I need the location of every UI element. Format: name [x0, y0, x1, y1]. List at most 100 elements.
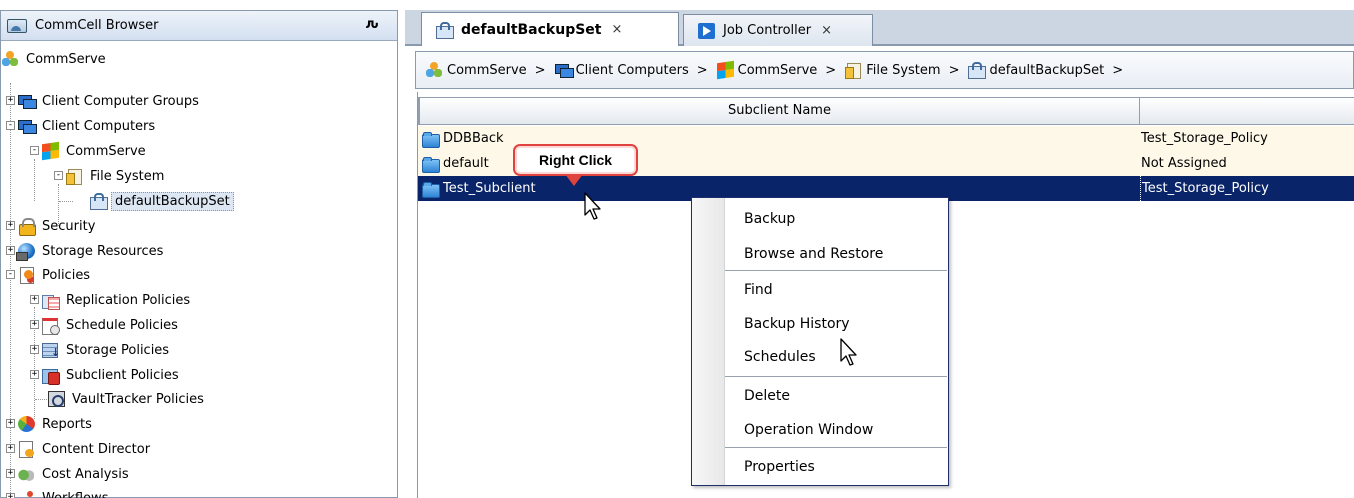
tree-item-label: Content Director [42, 441, 151, 457]
expand-icon[interactable]: + [6, 444, 15, 453]
breadcrumb-separator: > [534, 62, 546, 78]
tree-item-label: Schedule Policies [66, 317, 178, 333]
replication-icon [42, 292, 60, 310]
menu-item-delete[interactable]: Delete [744, 384, 790, 408]
menu-item-properties[interactable]: Properties [744, 455, 815, 479]
tree-item-storage-resources[interactable]: Storage Resources [16, 239, 166, 263]
tree-item-label: File System [90, 168, 165, 184]
tree-item-replication-policies[interactable]: Replication Policies [42, 288, 193, 312]
storage-policy-cell: Not Assigned [1141, 156, 1227, 171]
expand-icon[interactable]: + [6, 221, 15, 230]
menu-item-find[interactable]: Find [744, 278, 773, 302]
tree-item-commserve-root[interactable]: CommServe [2, 47, 109, 71]
tab-strip: defaultBackupSet × Job Controller × [405, 10, 1354, 46]
tree-item-label: Subclient Policies [66, 367, 179, 383]
breadcrumb-item-commserve[interactable]: CommServe [426, 62, 527, 78]
breadcrumb-item-client-computers[interactable]: Client Computers [554, 62, 689, 78]
menu-separator [725, 447, 947, 448]
menu-item-schedules[interactable]: Schedules [744, 345, 816, 369]
column-header-storage-policy[interactable] [1140, 98, 1354, 124]
policy-icon [18, 267, 35, 284]
table-header: Subclient Name [418, 97, 1354, 125]
breadcrumb-label: File System [866, 62, 941, 78]
backupset-icon [90, 193, 108, 210]
tree-item-file-system[interactable]: File System [66, 164, 167, 188]
tab-job-controller[interactable]: Job Controller × [683, 14, 873, 46]
expand-icon[interactable]: + [6, 246, 15, 255]
tree-item-label: Storage Resources [42, 243, 164, 259]
subclient-name: default [443, 156, 489, 171]
breadcrumb-label: Client Computers [575, 62, 689, 78]
breadcrumb-separator: > [948, 62, 960, 78]
windows-icon [716, 60, 734, 80]
play-icon [698, 22, 715, 39]
expand-icon[interactable]: + [6, 493, 15, 498]
tree-item-reports[interactable]: Reports [18, 412, 95, 436]
collapse-icon[interactable]: - [54, 171, 63, 180]
menu-item-backup[interactable]: Backup [744, 207, 795, 231]
panel-title: CommCell Browser [35, 18, 159, 33]
tree-item-label: Policies [42, 267, 91, 283]
tree-item-workflows[interactable]: Workflows [18, 486, 111, 498]
menu-item-backup-history[interactable]: Backup History [744, 312, 850, 336]
subclient-name-cell: Test_Subclient [422, 176, 536, 201]
tree-item-label: Client Computer Groups [42, 93, 199, 109]
tree-item-label: Workflows [42, 490, 109, 498]
tree-item-security[interactable]: Security [18, 214, 98, 238]
backupset-icon [968, 62, 987, 79]
tree-item-cost-analysis[interactable]: Cost Analysis [18, 462, 132, 486]
expand-icon[interactable]: + [6, 469, 15, 478]
workflow-icon [18, 490, 35, 498]
tab-label: Job Controller [723, 23, 812, 38]
pie-chart-icon [18, 416, 35, 432]
breadcrumb-item-defaultbackupset[interactable]: defaultBackupSet [968, 62, 1105, 79]
menu-item-operation-window[interactable]: Operation Window [744, 418, 873, 442]
tab-defaultbackupset[interactable]: defaultBackupSet × [421, 12, 679, 46]
tree-item-defaultbackupset[interactable]: defaultBackupSet [90, 189, 234, 213]
close-icon[interactable]: × [821, 23, 832, 38]
subclient-policy-icon [42, 367, 60, 385]
tree-item-schedule-policies[interactable]: Schedule Policies [42, 313, 181, 337]
tab-label: defaultBackupSet [461, 21, 602, 38]
backupset-icon [436, 21, 454, 39]
tree-item-client-computer-groups[interactable]: Client Computer Groups [18, 89, 202, 113]
commcell-icon [7, 18, 27, 33]
tree-item-commserve-client[interactable]: CommServe [42, 139, 149, 163]
tree-item-content-director[interactable]: Content Director [18, 437, 153, 461]
column-header-subclient-name[interactable]: Subclient Name [420, 98, 1140, 124]
collapse-icon[interactable]: - [30, 146, 39, 155]
computers-icon [554, 62, 574, 78]
expand-icon[interactable]: + [6, 96, 15, 105]
tree-item-policies[interactable]: Policies [18, 263, 93, 287]
collapse-icon[interactable]: - [6, 121, 15, 130]
expand-icon[interactable]: + [30, 370, 39, 379]
breadcrumb-item-commserve-client[interactable]: CommServe [716, 60, 817, 80]
expand-icon[interactable]: + [30, 345, 39, 354]
tree-item-label: Replication Policies [66, 292, 191, 308]
expand-icon[interactable]: + [30, 295, 39, 304]
commcell-browser-header: CommCell Browser ԉ [1, 11, 397, 41]
calendar-icon [42, 317, 60, 335]
expand-icon[interactable]: + [6, 419, 15, 428]
right-click-callout: Right Click [513, 144, 638, 176]
menu-item-browse-and-restore[interactable]: Browse and Restore [744, 242, 883, 266]
tree-item-label: VaultTracker Policies [72, 391, 204, 407]
breadcrumb: CommServe > Client Computers > CommServe… [415, 51, 1354, 89]
callout-pointer [565, 174, 583, 186]
tree-item-client-computers[interactable]: Client Computers [18, 114, 158, 138]
tree-item-subclient-policies[interactable]: Subclient Policies [42, 363, 182, 387]
tree-item-vaulttracker-policies[interactable]: VaultTracker Policies [48, 387, 207, 411]
tree-item-storage-policies[interactable]: Storage Policies [42, 338, 172, 362]
collapse-icon[interactable]: - [6, 270, 15, 279]
subclient-name-cell: default [422, 151, 489, 176]
vault-icon [48, 391, 65, 407]
tree-item-label: Storage Policies [66, 342, 170, 358]
computers-icon [18, 118, 37, 134]
folder-icon [422, 156, 440, 173]
menu-gutter [692, 198, 725, 485]
pin-icon[interactable]: ԉ [366, 17, 379, 32]
breadcrumb-label: defaultBackupSet [989, 62, 1105, 78]
expand-icon[interactable]: + [30, 320, 39, 329]
close-icon[interactable]: × [612, 22, 623, 37]
breadcrumb-item-file-system[interactable]: File System [845, 62, 941, 79]
